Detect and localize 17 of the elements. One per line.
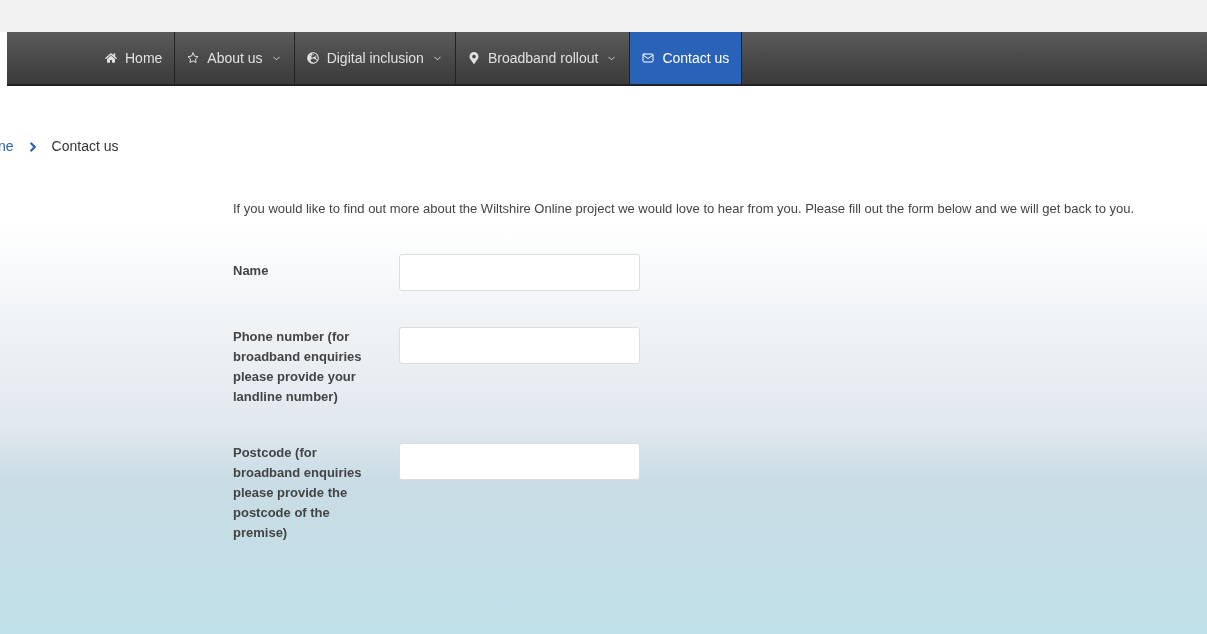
text-field[interactable] bbox=[399, 327, 640, 364]
nav-tab[interactable]: Home bbox=[93, 32, 176, 84]
breadcrumb-current: Contact us bbox=[51, 137, 119, 156]
home-icon bbox=[105, 52, 117, 64]
star-icon bbox=[187, 52, 200, 64]
globe-icon bbox=[306, 52, 319, 64]
field-label: Postcode (for broadband enquiries please provide the postcode of the premise) bbox=[233, 444, 363, 542]
envelope-icon bbox=[642, 52, 655, 64]
nav-tab[interactable]: About us bbox=[175, 32, 295, 84]
nav-tab[interactable]: Contact us bbox=[630, 32, 743, 84]
nav-tab[interactable]: Digital inclusion bbox=[294, 32, 456, 84]
text-field[interactable] bbox=[399, 254, 640, 291]
map-pin-icon bbox=[467, 52, 480, 64]
field-label: Phone number (for broadband enquiries please provide your landline number) bbox=[233, 328, 363, 406]
field-label: Name bbox=[233, 262, 270, 280]
intro-text: If you would like to find out more about the Wiltshire Online project we would love to hear from you. Please fill out the form below and we will get back to you. bbox=[233, 200, 1136, 218]
text-field[interactable] bbox=[399, 443, 640, 480]
